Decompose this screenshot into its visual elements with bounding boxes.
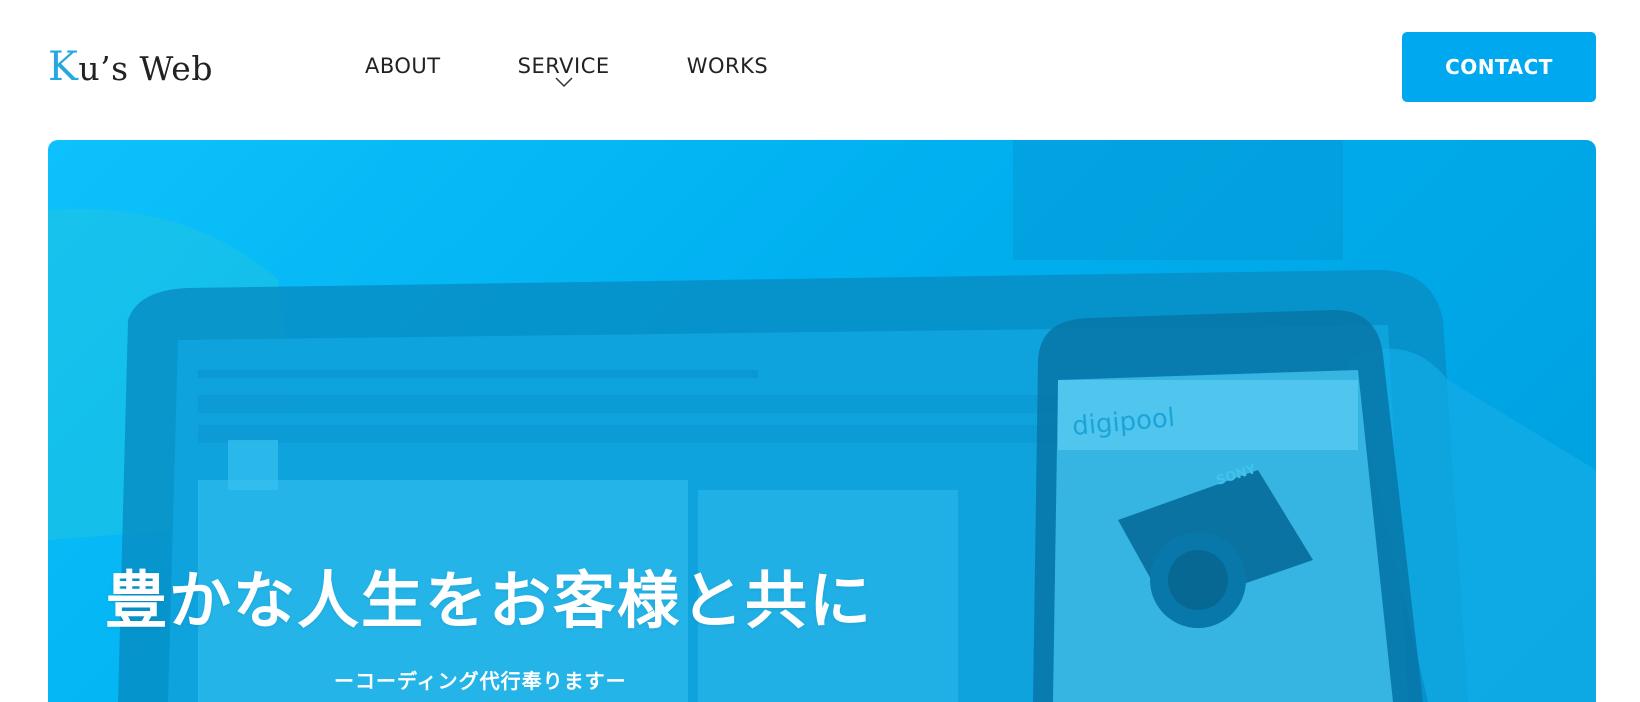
contact-button[interactable]: CONTACT bbox=[1402, 32, 1596, 102]
chevron-down-icon[interactable] bbox=[554, 76, 574, 88]
site-logo[interactable]: K u’s Web bbox=[48, 44, 213, 90]
hero-subtitle: ーコーディング代行奉りますー bbox=[334, 669, 627, 693]
nav-item-about[interactable]: ABOUT bbox=[365, 54, 441, 78]
logo-initial: K bbox=[48, 44, 79, 90]
hero-title: 豊かな人生をお客様と共に bbox=[105, 564, 874, 637]
nav-item-works[interactable]: WORKS bbox=[687, 54, 769, 78]
hero-banner: digipool SONY 豊かな人生をお客様と共に ーコーディング代行奉ります… bbox=[48, 140, 1596, 702]
nav-item-service-label: SERVICE bbox=[517, 54, 610, 78]
site-header: K u’s Web ABOUT SERVICE WORKS CONTACT bbox=[0, 0, 1640, 140]
nav-item-service[interactable]: SERVICE bbox=[517, 54, 610, 88]
main-nav: ABOUT SERVICE WORKS bbox=[365, 54, 845, 88]
logo-text: u’s Web bbox=[78, 49, 213, 88]
